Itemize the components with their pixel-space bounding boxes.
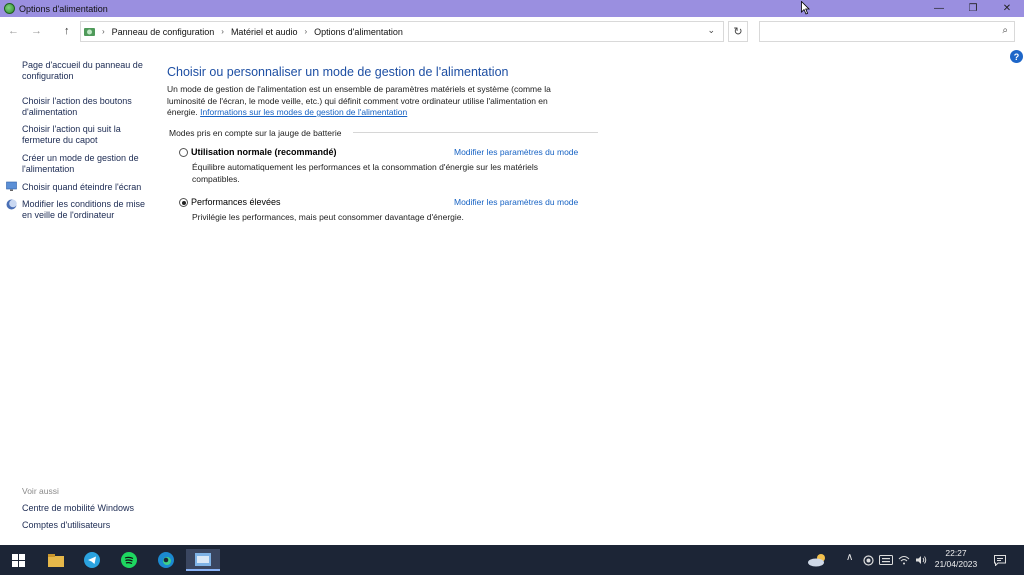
clock-date: 21/04/2023 bbox=[934, 559, 978, 569]
sidebar-item-user-accounts[interactable]: Comptes d'utilisateurs bbox=[22, 520, 152, 531]
plan-description-line: Équilibre automatiquement les performanc… bbox=[192, 162, 539, 172]
description-line: Un mode de gestion de l'alimentation est… bbox=[167, 84, 551, 94]
title-bar: Options d'alimentation — ❐ ✕ bbox=[0, 0, 1024, 17]
plan-high-performance-name[interactable]: Performances élevées bbox=[191, 197, 281, 207]
display-icon bbox=[6, 181, 17, 191]
search-icon: ⌕ bbox=[1002, 25, 1008, 36]
up-button[interactable]: ↑ bbox=[64, 25, 70, 37]
taskbar-clock[interactable]: 22:27 21/04/2023 bbox=[932, 548, 980, 570]
breadcrumb-hardware-audio[interactable]: Matériel et audio bbox=[231, 27, 298, 37]
plan-balanced-settings-link[interactable]: Modifier les paramètres du mode bbox=[454, 147, 578, 157]
control-panel-icon bbox=[84, 27, 95, 36]
telegram-icon[interactable] bbox=[78, 549, 106, 571]
wifi-icon[interactable] bbox=[896, 549, 912, 571]
minimize-button[interactable]: — bbox=[922, 0, 956, 17]
spotify-icon[interactable] bbox=[115, 549, 143, 571]
sidebar-item-label: Choisir quand éteindre l'écran bbox=[22, 182, 142, 192]
refresh-button[interactable]: ↻ bbox=[728, 21, 748, 42]
plan-balanced-name[interactable]: Utilisation normale (recommandé) bbox=[191, 147, 337, 157]
control-panel-taskbar-icon[interactable] bbox=[186, 549, 220, 571]
weather-icon[interactable] bbox=[804, 549, 832, 571]
back-button[interactable]: ← bbox=[8, 25, 19, 37]
see-also-heading: Voir aussi bbox=[22, 486, 59, 496]
breadcrumb-control-panel[interactable]: Panneau de configuration bbox=[112, 27, 215, 37]
sidebar-item-home[interactable]: Page d'accueil du panneau de configurati… bbox=[22, 60, 152, 82]
group-divider bbox=[353, 132, 598, 133]
plan-high-performance-radio[interactable] bbox=[179, 198, 188, 207]
breadcrumb-power-options[interactable]: Options d'alimentation bbox=[314, 27, 403, 37]
sidebar-item-label: Page d'accueil du panneau de bbox=[22, 60, 143, 70]
file-explorer-icon[interactable] bbox=[42, 549, 70, 571]
notifications-icon[interactable] bbox=[990, 549, 1010, 571]
sidebar-item-create-plan[interactable]: Créer un mode de gestion de l'alimentati… bbox=[22, 153, 152, 175]
sidebar-item-label: configuration bbox=[22, 71, 74, 81]
address-field[interactable]: › Panneau de configuration › Matériel et… bbox=[80, 21, 724, 42]
record-icon[interactable] bbox=[860, 549, 876, 571]
close-button[interactable]: ✕ bbox=[990, 0, 1024, 17]
windows-start-icon[interactable] bbox=[4, 549, 32, 571]
power-options-app-icon bbox=[4, 3, 15, 14]
volume-icon[interactable] bbox=[913, 549, 929, 571]
sidebar-item-label: Choisir l'action qui suit la bbox=[22, 124, 121, 134]
breadcrumb-separator: › bbox=[304, 27, 308, 36]
sidebar-item-sleep-settings[interactable]: Modifier les conditions de mise en veill… bbox=[22, 199, 152, 221]
maximize-button[interactable]: ❐ bbox=[956, 0, 990, 17]
plan-description-line: compatibles. bbox=[192, 173, 240, 184]
sidebar-item-label: l'alimentation bbox=[22, 164, 75, 174]
tray-chevron-icon[interactable]: ∧ bbox=[846, 552, 853, 563]
help-icon[interactable]: ? bbox=[1010, 50, 1023, 63]
sidebar-item-label: en veille de l'ordinateur bbox=[22, 210, 115, 220]
sidebar-item-screen-off[interactable]: Choisir quand éteindre l'écran bbox=[22, 182, 152, 193]
clock-time: 22:27 bbox=[945, 548, 967, 558]
battery-plans-group-label: Modes pris en compte sur la jauge de bat… bbox=[169, 128, 342, 138]
mouse-cursor-icon bbox=[801, 1, 810, 15]
sidebar-item-power-buttons[interactable]: Choisir l'action des boutons d'alimentat… bbox=[22, 96, 152, 118]
breadcrumb-separator: › bbox=[221, 27, 224, 36]
chevron-down-icon[interactable]: ⌄ bbox=[707, 25, 715, 36]
page-description: Un mode de gestion de l'alimentation est… bbox=[167, 84, 607, 119]
breadcrumb-separator: › bbox=[102, 27, 105, 36]
sidebar-item-label: d'alimentation bbox=[22, 107, 78, 117]
plan-high-performance-description: Privilégie les performances, mais peut c… bbox=[192, 212, 572, 224]
description-line: luminosité de l'écran, le mode veille, e… bbox=[167, 95, 548, 106]
sidebar-item-label: Modifier les conditions de mise bbox=[22, 199, 146, 209]
plan-description-line: Privilégie les performances, mais peut c… bbox=[192, 212, 464, 222]
keyboard-language-icon[interactable] bbox=[877, 549, 895, 571]
edge-icon[interactable] bbox=[152, 549, 180, 571]
window-title: Options d'alimentation bbox=[19, 3, 108, 14]
search-input[interactable]: ⌕ bbox=[759, 21, 1015, 42]
page-title: Choisir ou personnaliser un mode de gest… bbox=[167, 65, 509, 79]
description-line: énergie. bbox=[167, 107, 198, 117]
sidebar-item-lid-close[interactable]: Choisir l'action qui suit la fermeture d… bbox=[22, 124, 152, 146]
plan-high-performance-settings-link[interactable]: Modifier les paramètres du mode bbox=[454, 197, 578, 207]
sidebar-item-label: fermeture du capot bbox=[22, 135, 98, 145]
sidebar-item-label: Créer un mode de gestion de bbox=[22, 153, 139, 163]
sidebar-item-label: Choisir l'action des boutons bbox=[22, 96, 132, 106]
power-plans-info-link[interactable]: Informations sur les modes de gestion de… bbox=[200, 107, 407, 117]
forward-button[interactable]: → bbox=[31, 25, 42, 37]
sleep-moon-icon bbox=[6, 199, 17, 210]
plan-balanced-radio[interactable] bbox=[179, 148, 188, 157]
plan-balanced-description: Équilibre automatiquement les performanc… bbox=[192, 162, 572, 185]
sidebar-item-mobility-center[interactable]: Centre de mobilité Windows bbox=[22, 503, 152, 514]
